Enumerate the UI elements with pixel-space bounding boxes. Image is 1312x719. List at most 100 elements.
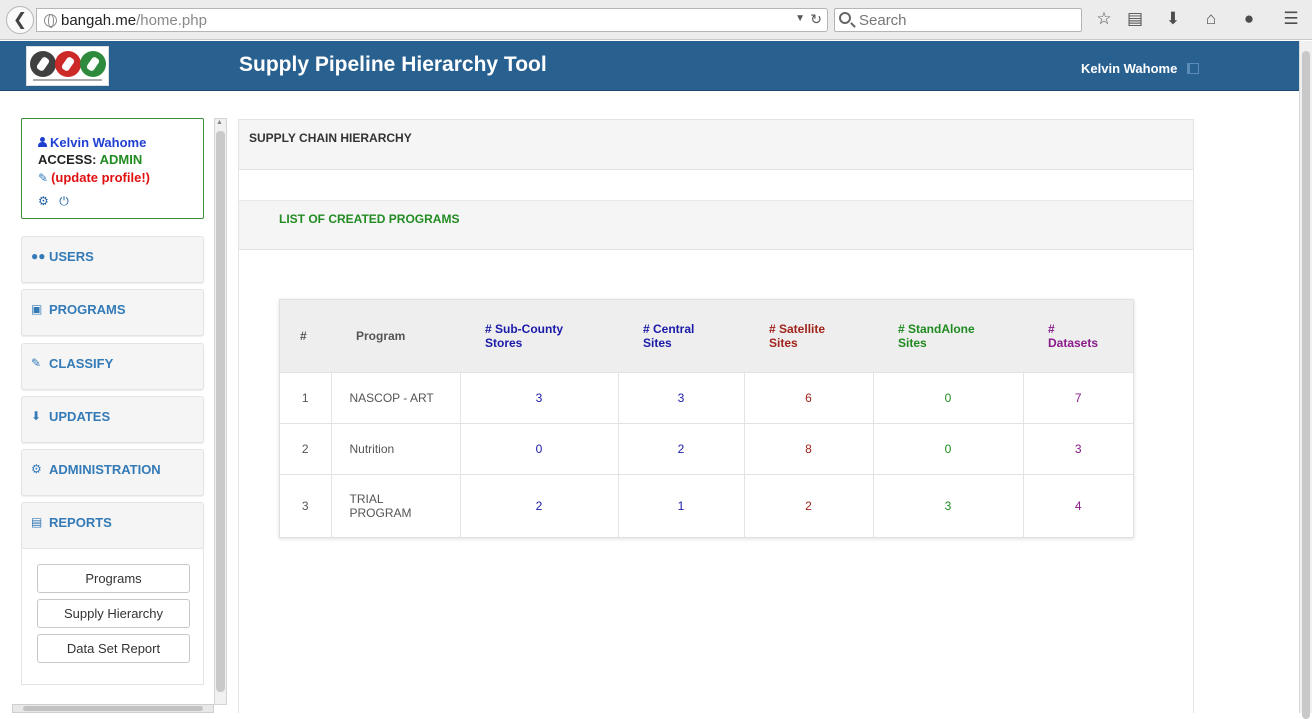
row-program: TRIAL PROGRAM	[330, 473, 460, 538]
sidebar-horizontal-scrollbar[interactable]	[12, 704, 214, 713]
sidebar-item-programs[interactable]: ▣ PROGRAMS	[21, 289, 204, 336]
url-host: bangah.me	[61, 12, 137, 29]
sidebar-item-users[interactable]: ●● USERS	[21, 236, 204, 283]
header-datasets[interactable]: # Datasets	[1023, 300, 1133, 372]
programs-table: # Program # Sub-County Stores # Central Si…	[280, 300, 1133, 538]
cogs-icon: ⚙	[31, 462, 42, 476]
settings-gear-icon[interactable]: ⚙	[38, 194, 49, 208]
report-icon: ▤	[31, 515, 43, 529]
users-icon: ●●	[31, 249, 46, 263]
row-program: Nutrition	[330, 422, 460, 474]
header-subcounty-line1: # Sub-County	[485, 321, 563, 336]
row-standalone[interactable]: 0	[872, 422, 1023, 474]
chat-icon[interactable]: ●	[1238, 8, 1260, 30]
row-standalone[interactable]: 3	[872, 473, 1023, 538]
access-role: ADMIN	[99, 152, 143, 167]
header-program: Program	[331, 300, 460, 372]
profile-card: Kelvin Wahome ACCESS: ADMIN ✎ (update pro…	[21, 118, 204, 219]
sidebar-item-label: USERS	[49, 249, 94, 264]
sidebar-item-label: ADMINISTRATION	[49, 462, 161, 477]
row-datasets[interactable]: 3	[1022, 422, 1133, 474]
row-subcounty[interactable]: 3	[459, 371, 618, 423]
access-label: ACCESS:	[38, 152, 97, 167]
row-subcounty[interactable]: 2	[459, 473, 618, 538]
header-central-line1: # Central	[643, 321, 695, 336]
sidebar-scrollbar-thumb[interactable]	[216, 131, 225, 692]
row-datasets[interactable]: 4	[1022, 473, 1133, 538]
download-icon: ⬇	[31, 409, 42, 423]
logo-circle-dark	[30, 51, 56, 77]
row-num: 3	[280, 473, 331, 538]
page-scrollbar-thumb[interactable]	[1302, 51, 1310, 719]
sidebar-item-updates[interactable]: ⬇ UPDATES	[21, 396, 204, 443]
sidebar-item-label: UPDATES	[49, 409, 111, 424]
table-header-row: # Program # Sub-County Stores # Central Si…	[280, 300, 1133, 372]
app-header: Supply Pipeline Hierarchy Tool Kelvin Wa…	[0, 41, 1299, 91]
header-subcounty[interactable]: # Sub-County Stores	[460, 300, 618, 372]
row-subcounty[interactable]: 0	[459, 422, 618, 474]
report-data-set-button[interactable]: Data Set Report	[37, 634, 190, 663]
sidebar-item-reports[interactable]: ▤ REPORTS	[21, 502, 204, 549]
row-satellite[interactable]: 8	[743, 422, 873, 474]
bookmark-star-icon[interactable]: ☆	[1093, 8, 1115, 30]
header-satellite[interactable]: # Satellite Sites	[744, 300, 873, 372]
row-standalone[interactable]: 0	[872, 371, 1023, 423]
header-central[interactable]: # Central Sites	[618, 300, 744, 372]
home-icon[interactable]: ⌂	[1200, 8, 1222, 30]
user-icon	[38, 137, 47, 147]
sidebar-item-administration[interactable]: ⚙ ADMINISTRATION	[21, 449, 204, 496]
logo-circle-red	[55, 51, 81, 77]
update-profile-link[interactable]: ✎ (update profile!)	[38, 170, 150, 185]
reload-icon[interactable]: ↻	[810, 11, 822, 28]
row-central[interactable]: 3	[617, 371, 744, 423]
row-program-line1: TRIAL	[349, 492, 384, 507]
header-standalone-line1: # StandAlone	[898, 321, 975, 336]
sidebar-scrollbar[interactable]: ▲	[214, 118, 227, 705]
row-central[interactable]: 1	[617, 473, 744, 538]
back-arrow-icon[interactable]: ❮	[6, 6, 34, 34]
logout-icon[interactable]	[1187, 63, 1199, 74]
page-scrollbar[interactable]	[1299, 41, 1312, 719]
address-bar[interactable]: bangah.me/home.php ▼ ↻	[36, 8, 828, 32]
programs-table-card: # Program # Sub-County Stores # Central Si…	[279, 299, 1134, 538]
browser-toolbar: ❮ bangah.me/home.php ▼ ↻ Search ☆ ▤ ⬇ ⌂ …	[0, 0, 1312, 40]
header-datasets-line1: #	[1048, 321, 1055, 336]
report-programs-button[interactable]: Programs	[37, 564, 190, 593]
download-icon[interactable]: ⬇	[1162, 8, 1184, 30]
header-central-line2: Sites	[643, 335, 672, 350]
reading-list-icon[interactable]: ▤	[1124, 8, 1146, 30]
app-title: Supply Pipeline Hierarchy Tool	[239, 53, 547, 76]
header-standalone[interactable]: # StandAlone Sites	[873, 300, 1023, 372]
power-icon[interactable]: ⏻	[59, 194, 69, 208]
logo-circle-green	[80, 51, 106, 77]
sidebar-item-label: REPORTS	[49, 515, 112, 530]
scroll-up-icon[interactable]: ▲	[216, 119, 223, 126]
search-icon	[839, 12, 851, 24]
browser-search-input[interactable]: Search	[834, 8, 1082, 32]
history-dropdown-icon[interactable]: ▼	[795, 13, 805, 24]
row-satellite[interactable]: 6	[743, 371, 873, 423]
globe-icon	[44, 14, 57, 28]
profile-name-text: Kelvin Wahome	[50, 135, 147, 150]
logo-tagline	[33, 79, 102, 81]
page-title: SUPPLY CHAIN HIERARCHY	[249, 131, 412, 145]
header-standalone-line2: Sites	[898, 335, 927, 350]
menu-hamburger-icon[interactable]: ☰	[1280, 8, 1302, 30]
row-satellite[interactable]: 2	[743, 473, 873, 538]
list-heading: LIST OF CREATED PROGRAMS	[239, 200, 1193, 250]
app-logo[interactable]	[26, 46, 109, 86]
profile-access: ACCESS: ADMIN	[38, 152, 142, 167]
url-path: /home.php	[136, 12, 207, 29]
header-num: #	[280, 300, 331, 372]
table-row: 3 TRIAL PROGRAM 2 1 2 3 4	[280, 473, 1133, 538]
profile-name[interactable]: Kelvin Wahome	[38, 135, 146, 150]
row-datasets[interactable]: 7	[1022, 371, 1133, 423]
sidebar-horizontal-thumb[interactable]	[23, 706, 203, 711]
row-num: 2	[280, 422, 331, 474]
header-user-name[interactable]: Kelvin Wahome	[1081, 61, 1177, 76]
header-datasets-line2: Datasets	[1048, 335, 1099, 350]
row-central[interactable]: 2	[617, 422, 744, 474]
report-supply-hierarchy-button[interactable]: Supply Hierarchy	[37, 599, 190, 628]
sidebar-item-classify[interactable]: ✎ CLASSIFY	[21, 343, 204, 390]
update-profile-text: (update profile!)	[51, 170, 150, 185]
